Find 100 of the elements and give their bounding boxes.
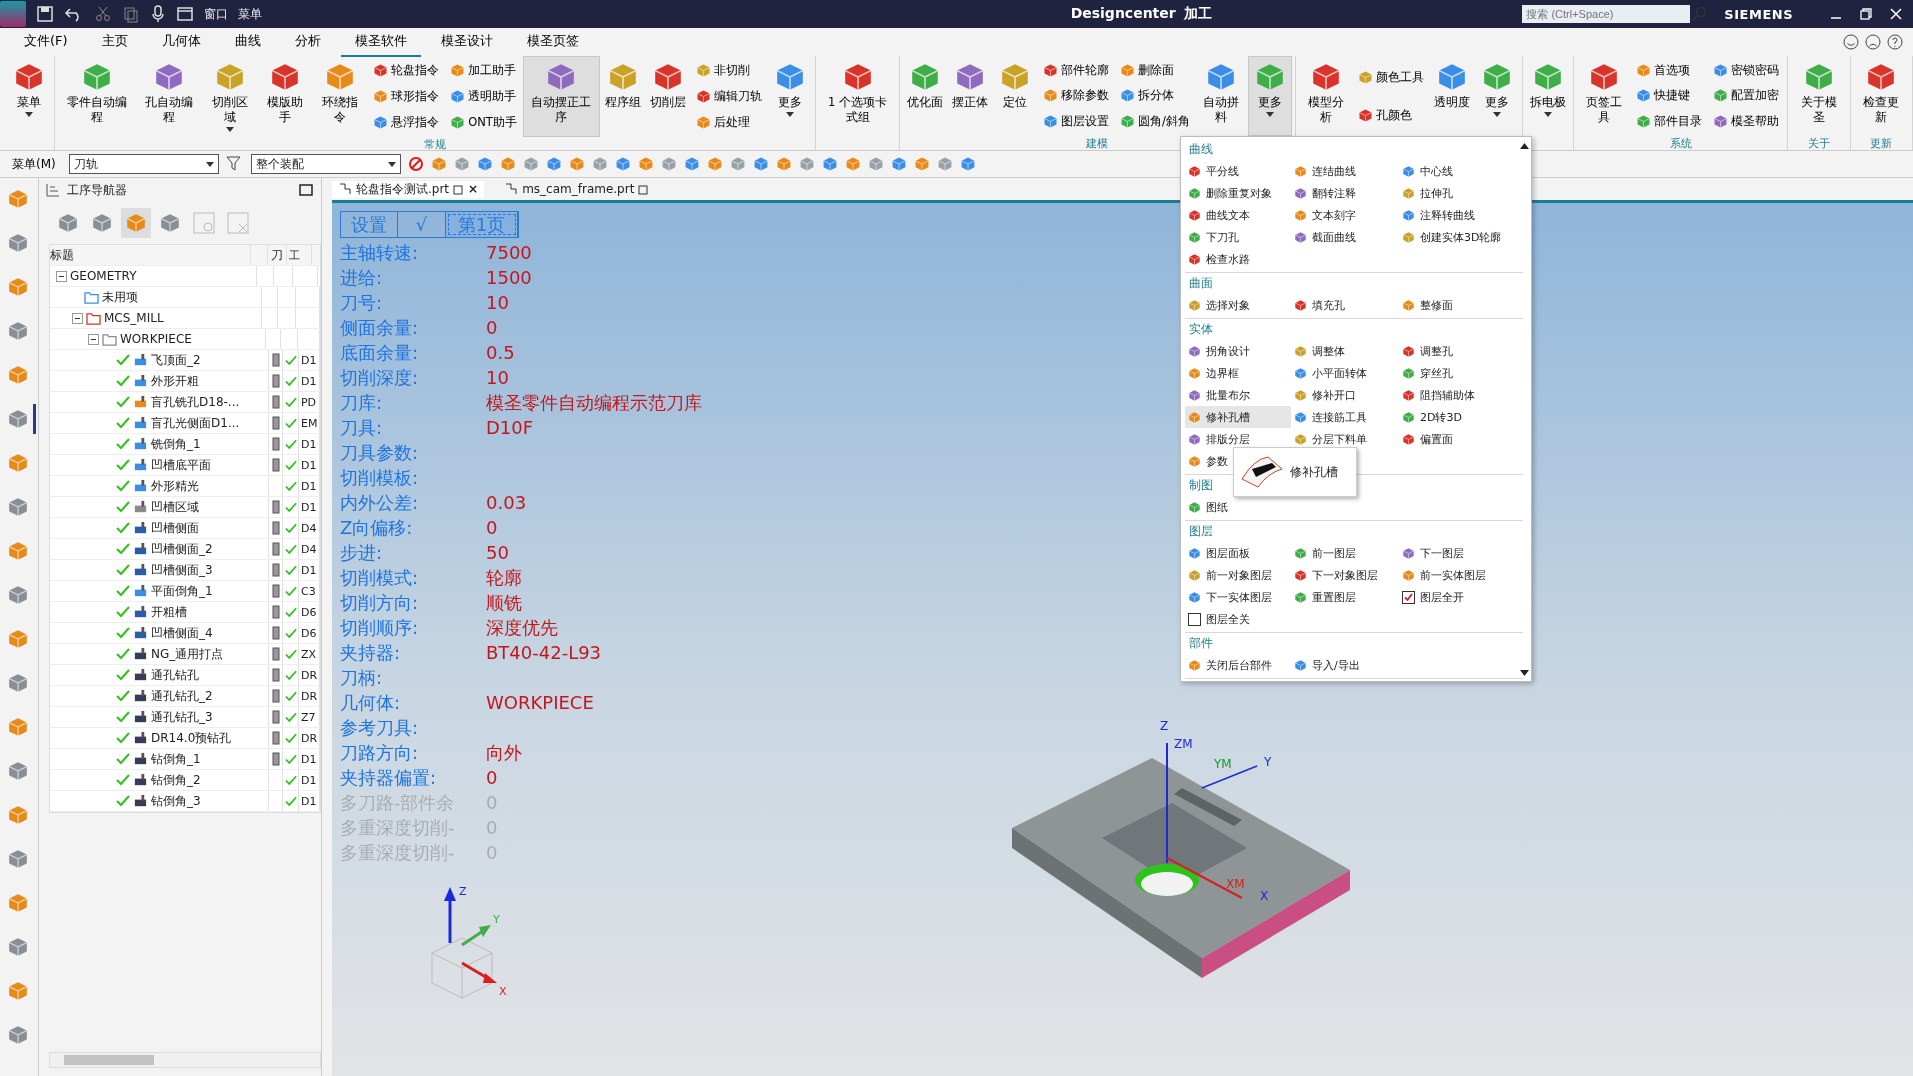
- ribbon-button[interactable]: 切削层: [646, 56, 690, 137]
- menu-item[interactable]: 整修面: [1399, 294, 1509, 316]
- frown-icon[interactable]: [1865, 34, 1881, 50]
- tree-item[interactable]: 外形精光: [151, 477, 199, 495]
- ribbon-button[interactable]: 自动拼料: [1195, 56, 1247, 136]
- menu-item[interactable]: 分层下料单: [1291, 428, 1399, 450]
- tree-item[interactable]: 平面倒角_1: [151, 582, 213, 600]
- tree-item[interactable]: 通孔钻孔: [151, 666, 199, 684]
- ribbon-button[interactable]: 密锁密码: [1711, 62, 1782, 80]
- microphone-icon[interactable]: [150, 5, 166, 23]
- view-button[interactable]: [121, 208, 151, 238]
- collapse-toggle[interactable]: [72, 312, 83, 324]
- menu-item[interactable]: 图层全关: [1185, 608, 1291, 630]
- menu-item[interactable]: 拉伸孔: [1399, 182, 1509, 204]
- column-header[interactable]: 标题: [50, 246, 74, 264]
- ribbon-button[interactable]: 程序组: [601, 56, 645, 137]
- menu-item[interactable]: 下刀孔: [1185, 226, 1291, 248]
- ribbon-button[interactable]: 圆角/斜角: [1118, 112, 1192, 130]
- tree-item[interactable]: 盲孔光侧面D1...: [151, 414, 240, 432]
- ribbon-tab[interactable]: 曲线: [220, 27, 275, 57]
- tree-item[interactable]: 开粗槽: [151, 603, 187, 621]
- ribbon-button[interactable]: 首选项: [1634, 62, 1705, 80]
- ribbon-button[interactable]: 部件目录: [1634, 112, 1705, 130]
- ribbon-tab[interactable]: 几何体: [147, 27, 215, 57]
- tree-item[interactable]: 盲孔铣孔D18-...: [151, 393, 240, 411]
- parameter-value[interactable]: 向外: [486, 740, 522, 765]
- ribbon-button[interactable]: 优化面: [903, 56, 948, 136]
- menu-item[interactable]: 曲线文本: [1185, 204, 1291, 226]
- menu-item[interactable]: 下一图层: [1399, 542, 1509, 564]
- document-tab[interactable]: ms_cam_frame.prt: [498, 182, 656, 196]
- type-filter-dropdown[interactable]: 刀轨: [68, 154, 219, 174]
- tree-item[interactable]: 钻倒角_2: [151, 771, 201, 789]
- ribbon-button[interactable]: 悬浮指令: [371, 113, 442, 131]
- ribbon-button[interactable]: 更多: [1475, 56, 1520, 136]
- restore-icon[interactable]: [1859, 7, 1873, 21]
- tree-item[interactable]: 凹槽区域: [151, 498, 199, 516]
- ribbon-button[interactable]: 拆电极: [1526, 56, 1571, 136]
- search-field[interactable]: 搜索 (Ctrl+Space): [1522, 5, 1691, 23]
- parameter-value[interactable]: 0: [486, 517, 498, 538]
- parameter-value[interactable]: 顺铣: [486, 590, 522, 615]
- menu-item[interactable]: 导入/导出: [1291, 654, 1399, 676]
- ribbon-button[interactable]: 编辑刀轨: [694, 88, 764, 105]
- ribbon-button[interactable]: 孔自动编程: [136, 56, 202, 137]
- menu-item[interactable]: 检查水路: [1185, 248, 1291, 270]
- menu-item[interactable]: 关闭后台部件: [1185, 654, 1291, 676]
- ribbon-button[interactable]: 快捷键: [1634, 87, 1705, 105]
- tree-item[interactable]: DR14.0预钻孔: [151, 729, 232, 747]
- ribbon-button[interactable]: 透明助手: [448, 88, 519, 105]
- ribbon-tab[interactable]: 分析: [280, 27, 335, 57]
- document-tab[interactable]: 轮盘指令测试.prt ×: [332, 180, 485, 198]
- menu-item[interactable]: 平分线: [1185, 160, 1291, 182]
- ribbon-button[interactable]: 更多: [768, 56, 812, 137]
- ribbon-tab[interactable]: 模圣设计: [426, 27, 507, 57]
- menu-item[interactable]: 拐角设计: [1185, 340, 1291, 362]
- ribbon-button[interactable]: 模版助手: [257, 56, 313, 137]
- ribbon-button[interactable]: 孔颜色: [1356, 106, 1427, 124]
- ribbon-button[interactable]: 配置加密: [1711, 87, 1782, 105]
- menu-item[interactable]: 2D转3D: [1399, 406, 1509, 428]
- ribbon-button[interactable]: 透明度: [1430, 56, 1475, 136]
- tree-item[interactable]: 凹槽侧面: [151, 519, 199, 537]
- tree-item[interactable]: NG_通用打点: [151, 645, 224, 663]
- menu-item[interactable]: 修补孔槽: [1185, 406, 1291, 428]
- menu-item[interactable]: 调整体: [1291, 340, 1399, 362]
- menu-button[interactable]: 菜单(M): [6, 154, 62, 174]
- tree-item[interactable]: 外形开粗: [151, 372, 199, 390]
- menu-item[interactable]: 创建实体3D轮廓: [1399, 226, 1509, 248]
- tree-item[interactable]: 凹槽侧面_3: [151, 561, 213, 579]
- close-tab-button[interactable]: ×: [468, 182, 479, 196]
- tree-item[interactable]: 凹槽底平面: [151, 456, 211, 474]
- parameter-value[interactable]: 0: [486, 767, 498, 788]
- parameter-value[interactable]: BT40-42-L93: [486, 642, 602, 663]
- ribbon-button[interactable]: 模型分析: [1298, 56, 1353, 136]
- ribbon-button[interactable]: 检查更新: [1853, 56, 1910, 136]
- tree-item[interactable]: GEOMETRY: [70, 269, 137, 283]
- ribbon-button[interactable]: 菜单: [7, 56, 51, 136]
- save-icon[interactable]: [36, 5, 54, 23]
- ribbon-button[interactable]: 定位: [993, 56, 1038, 136]
- close-icon[interactable]: [1889, 7, 1903, 21]
- ribbon-button[interactable]: 删除面: [1118, 62, 1192, 80]
- menu-item[interactable]: 中心线: [1399, 160, 1509, 182]
- ribbon-button[interactable]: 加工助手: [448, 62, 519, 80]
- collapse-toggle[interactable]: [56, 270, 67, 282]
- ribbon-button[interactable]: 图层设置: [1041, 112, 1112, 130]
- menu-item[interactable]: 前一对象图层: [1185, 564, 1291, 586]
- ribbon-tab[interactable]: 模圣软件: [340, 27, 421, 57]
- tree-item[interactable]: WORKPIECE: [120, 332, 192, 346]
- menu-item[interactable]: 连接筋工具: [1291, 406, 1399, 428]
- ribbon-button[interactable]: ONT助手: [448, 113, 519, 131]
- tree-item[interactable]: MCS_MILL: [104, 311, 164, 325]
- ribbon-button[interactable]: 摆正体: [948, 56, 993, 136]
- ribbon-button[interactable]: 移除参数: [1041, 87, 1112, 105]
- ribbon-button[interactable]: 零件自动编程: [58, 56, 136, 137]
- menu-item[interactable]: 注释转曲线: [1399, 204, 1509, 226]
- tree-item[interactable]: 未用项: [102, 288, 138, 306]
- column-header[interactable]: 刀: [271, 246, 283, 264]
- scroll-up-icon[interactable]: [1520, 143, 1529, 149]
- ribbon-tab[interactable]: 文件(F): [10, 27, 82, 57]
- ribbon-button[interactable]: 1 个选项卡式组: [819, 56, 897, 136]
- menu-item[interactable]: 偏置面: [1399, 428, 1509, 450]
- menu-item[interactable]: 图纸: [1185, 496, 1291, 518]
